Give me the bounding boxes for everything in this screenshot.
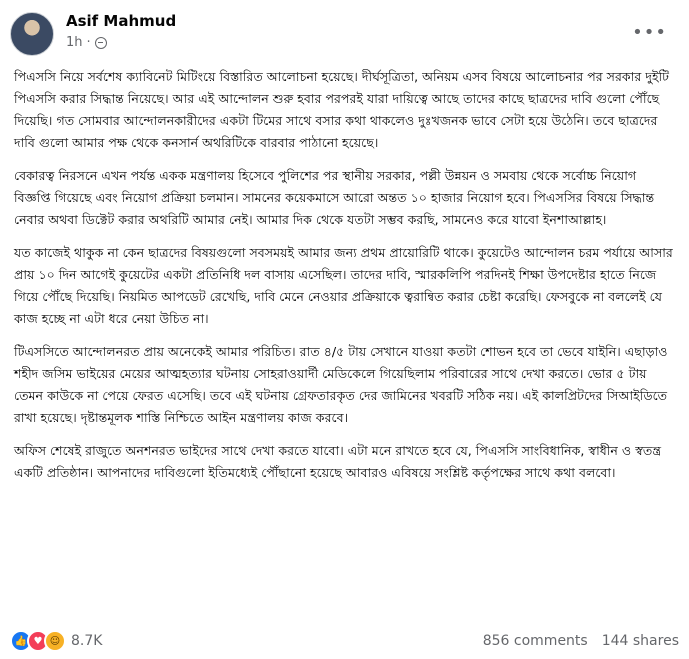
post-time[interactable]: 1h (66, 35, 83, 50)
reaction-count[interactable]: 8.7K (71, 633, 102, 649)
post-paragraph: অফিস শেষেই রাজুতে অনশনরত ভাইদের সাথে দেখ… (14, 443, 662, 480)
post-paragraph: যত কাজেই থাকুক না কেন ছাত্রদের বিষয়গুলো… (14, 245, 673, 326)
facebook-post: Asif Mahmud 1h · ••• পিএসসি নিয়ে সর্বশে… (0, 0, 689, 659)
post-paragraph: পিএসসি নিয়ে সর্বশেষ ক্যাবিনেট মিটিংয়ে … (14, 69, 669, 150)
post-paragraph: টিএসসিতে আন্দোলনরত প্রায় অনেকেই আমার পর… (14, 344, 668, 425)
haha-icon: ☺ (44, 630, 66, 652)
engagement-bar: 👍 ♥ ☺ 8.7K 856 comments 144 shares (10, 627, 679, 655)
post-stats: 856 comments 144 shares (483, 633, 679, 649)
reactions-summary[interactable]: 👍 ♥ ☺ 8.7K (10, 630, 102, 652)
globe-icon (94, 36, 107, 49)
author-avatar[interactable] (10, 12, 54, 56)
post-paragraph: বেকারত্ব নিরসনে এখন পর্যন্ত একক মন্ত্রণা… (14, 168, 655, 227)
post-meta: 1h · (66, 35, 107, 50)
shares-count-link[interactable]: 144 shares (602, 633, 679, 649)
post-body: পিএসসি নিয়ে সর্বশেষ ক্যাবিনেট মিটিংয়ে … (14, 66, 674, 495)
comments-count-link[interactable]: 856 comments (483, 633, 588, 649)
author-name[interactable]: Asif Mahmud (66, 12, 176, 30)
post-header: Asif Mahmud 1h · ••• (10, 10, 679, 60)
more-options-icon[interactable]: ••• (632, 22, 667, 43)
